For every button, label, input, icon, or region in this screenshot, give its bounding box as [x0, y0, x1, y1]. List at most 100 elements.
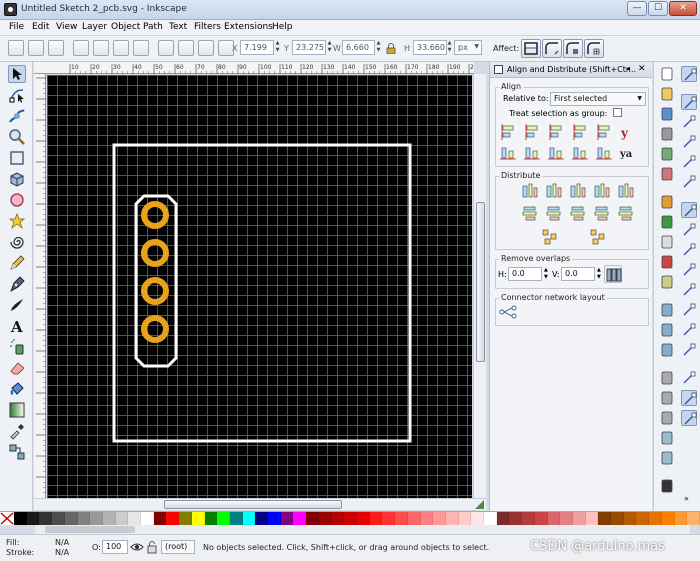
palette-swatch[interactable] — [64, 512, 78, 525]
palette-swatch[interactable] — [255, 512, 269, 525]
pad-1[interactable] — [141, 201, 169, 229]
palette-swatch[interactable] — [293, 512, 307, 525]
unclump-objects-icon[interactable] — [589, 228, 607, 246]
snap-bbox-center-icon[interactable] — [681, 174, 697, 190]
pencil-tool-icon[interactable] — [8, 254, 26, 272]
menu-file[interactable]: File — [9, 22, 24, 32]
deselect-icon[interactable] — [48, 40, 64, 56]
y-spinner[interactable]: ▲ ▼ — [326, 40, 333, 55]
snap-rotation-center-icon[interactable] — [681, 342, 697, 358]
raise-to-top-icon[interactable] — [158, 40, 174, 56]
import-icon[interactable] — [659, 146, 675, 162]
palette-swatch[interactable] — [306, 512, 319, 525]
redo-icon[interactable] — [659, 214, 675, 230]
palette-swatch[interactable] — [687, 512, 700, 525]
palette-swatch[interactable] — [153, 512, 167, 525]
palette-swatch[interactable] — [585, 512, 599, 525]
palette-swatch[interactable] — [179, 512, 192, 525]
copy-icon[interactable] — [659, 234, 675, 250]
open-file-icon[interactable] — [659, 86, 675, 102]
align-bottom-edges-icon[interactable] — [571, 144, 589, 162]
snap-object-center-icon[interactable] — [681, 322, 697, 338]
palette-swatch[interactable] — [52, 512, 65, 525]
palette-swatch[interactable] — [496, 512, 510, 525]
panel-close-icon[interactable]: ✕ — [638, 64, 646, 74]
align-baseline-text-icon[interactable]: ya — [619, 144, 637, 162]
palette-swatch[interactable] — [39, 512, 53, 525]
snap-bbox-corners-icon[interactable] — [681, 134, 697, 150]
h-field[interactable]: 33.660 — [413, 40, 447, 55]
overlap-h-field[interactable]: 0.0 — [508, 267, 542, 281]
snap-grid-icon[interactable] — [681, 390, 697, 406]
layer-lock-icon[interactable] — [146, 540, 158, 554]
palette-swatch[interactable] — [534, 512, 548, 525]
palette-swatch[interactable] — [356, 512, 370, 525]
zoom-drawing-icon[interactable] — [659, 322, 675, 338]
fill-stroke-icon[interactable] — [659, 478, 675, 494]
star-tool-icon[interactable] — [8, 212, 26, 230]
select-all-layers-icon[interactable] — [28, 40, 44, 56]
palette-swatch[interactable] — [547, 512, 561, 525]
vertical-scrollbar[interactable] — [473, 74, 486, 499]
palette-swatch[interactable] — [191, 512, 205, 525]
eraser-tool-icon[interactable] — [8, 359, 26, 377]
horizontal-scroll-thumb[interactable] — [164, 500, 342, 509]
rotate-ccw-icon[interactable] — [73, 40, 89, 56]
palette-scrollbar[interactable] — [35, 525, 690, 534]
group-icon[interactable] — [659, 430, 675, 446]
snap-bbox-midpoints-icon[interactable] — [681, 154, 697, 170]
palette-swatch[interactable] — [166, 512, 180, 525]
spiral-tool-icon[interactable] — [8, 233, 26, 251]
tweak-tool-icon[interactable] — [8, 107, 26, 125]
palette-swatch[interactable] — [445, 512, 459, 525]
zoom-selection-icon[interactable] — [659, 302, 675, 318]
align-right-edges-icon[interactable] — [571, 123, 589, 141]
overlap-h-spinner[interactable]: ▲ ▼ — [544, 267, 548, 281]
export-icon[interactable] — [659, 166, 675, 182]
palette-swatch[interactable] — [382, 512, 396, 525]
dist-bottom-edges-icon[interactable] — [593, 205, 611, 223]
snap-bbox-edges-icon[interactable] — [681, 114, 697, 130]
menu-edit[interactable]: Edit — [32, 22, 49, 32]
gradient-tool-icon[interactable] — [8, 401, 26, 419]
menu-extensions[interactable]: Extensions — [224, 22, 273, 32]
scale-stroke-toggle[interactable] — [521, 39, 541, 58]
palette-swatch[interactable] — [344, 512, 357, 525]
vertical-scroll-thumb[interactable] — [476, 202, 485, 362]
palette-swatch[interactable] — [458, 512, 472, 525]
flip-horizontal-icon[interactable] — [113, 40, 129, 56]
palette-swatch[interactable] — [242, 512, 256, 525]
3d-box-tool-icon[interactable] — [8, 170, 26, 188]
raise-icon[interactable] — [178, 40, 194, 56]
move-patterns-toggle[interactable] — [584, 39, 604, 58]
zoom-tool-icon[interactable] — [8, 128, 26, 146]
lock-ratio-icon[interactable] — [386, 43, 396, 55]
unlink-clone-icon[interactable] — [659, 410, 675, 426]
dist-text-baseline-icon[interactable] — [617, 182, 635, 200]
center-horizontal-axis-icon[interactable] — [547, 144, 565, 162]
palette-swatch[interactable] — [90, 512, 103, 525]
menu-filters[interactable]: Filters — [194, 22, 221, 32]
align-bottom-to-top-icon[interactable] — [499, 144, 517, 162]
w-spinner[interactable]: ▲ ▼ — [375, 40, 382, 55]
palette-swatch[interactable] — [623, 512, 637, 525]
new-document-icon[interactable] — [659, 66, 675, 82]
align-left-edge-to-right-icon[interactable] — [595, 123, 613, 141]
close-button[interactable]: ✕ — [669, 1, 697, 16]
snap-bbox-icon[interactable] — [681, 94, 697, 110]
layer-visibility-icon[interactable] — [130, 540, 144, 554]
w-field[interactable]: 6.660 — [342, 40, 375, 55]
dist-centers-h-icon[interactable] — [545, 182, 563, 200]
rotate-cw-icon[interactable] — [93, 40, 109, 56]
x-spinner[interactable]: ▲ ▼ — [274, 40, 281, 55]
dist-centers-v-icon[interactable] — [545, 205, 563, 223]
minimize-button[interactable]: — — [627, 1, 647, 16]
menu-view[interactable]: View — [56, 22, 77, 32]
palette-swatch[interactable] — [636, 512, 650, 525]
palette-swatch[interactable] — [369, 512, 383, 525]
ellipse-tool-icon[interactable] — [8, 191, 26, 209]
align-left-edges-icon[interactable] — [523, 123, 541, 141]
clone-icon[interactable] — [659, 390, 675, 406]
dist-right-edges-icon[interactable] — [593, 182, 611, 200]
palette-swatch[interactable] — [128, 512, 142, 525]
